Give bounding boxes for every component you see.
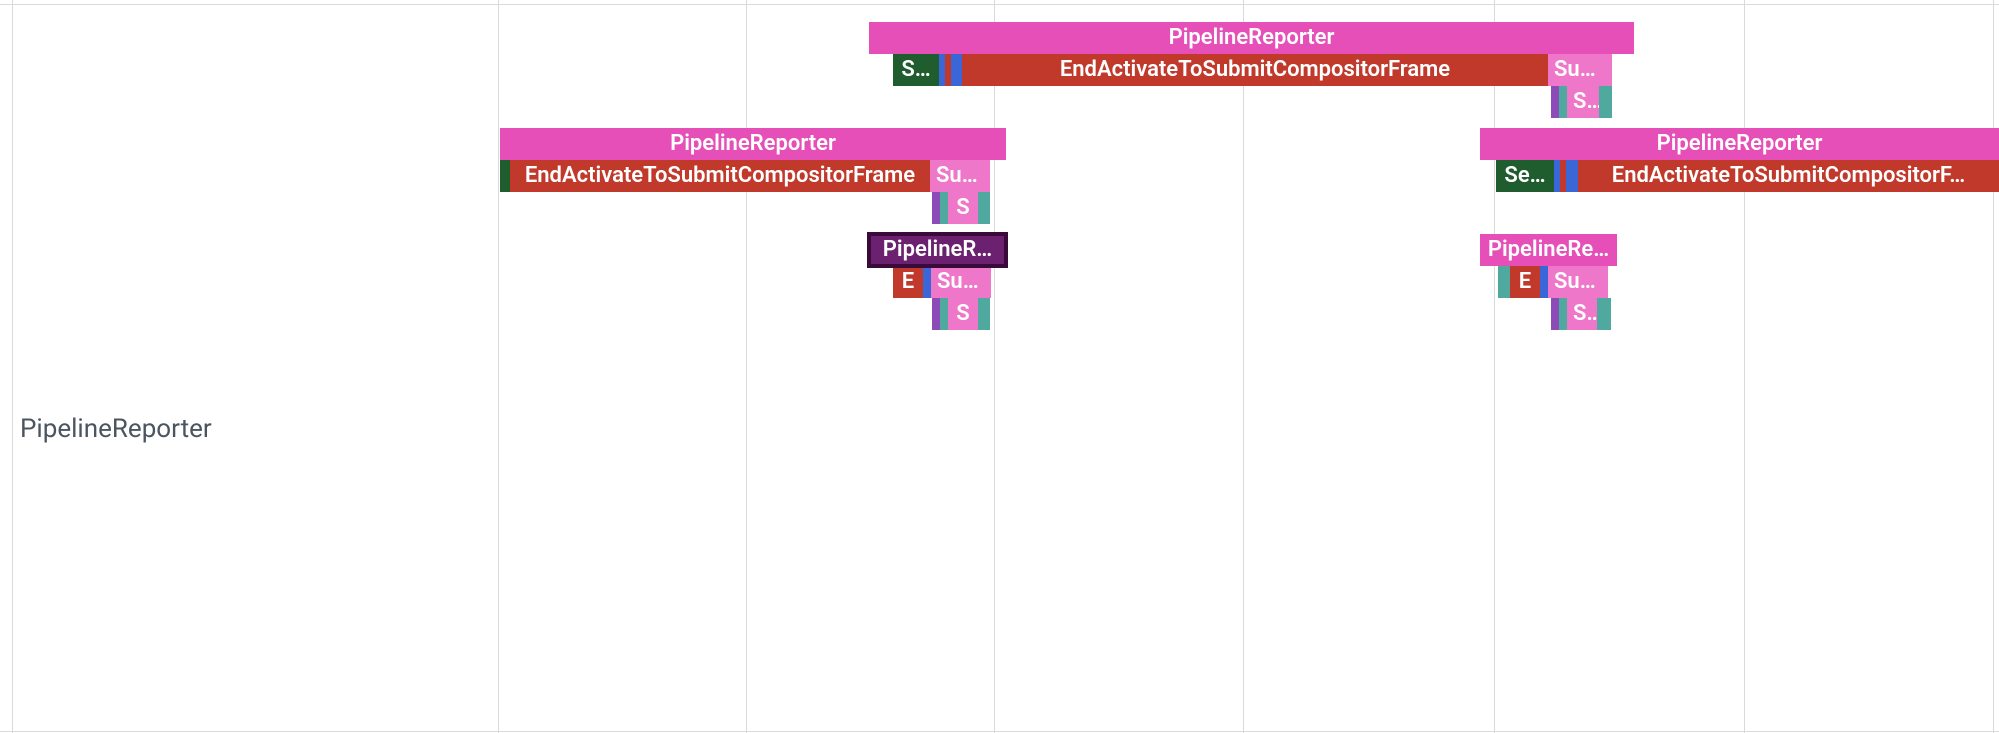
grid-vline (1494, 0, 1495, 733)
grid-hline (0, 731, 1999, 732)
trace-slice[interactable] (1566, 160, 1578, 192)
trace-viewport[interactable]: PipelineReporterS…EndActivateToSubmitCom… (0, 0, 1999, 733)
grid-vline (1243, 0, 1244, 733)
trace-slice[interactable]: EndActivateToSubmitCompositorFrame (510, 160, 930, 192)
trace-slice[interactable]: Sub… (1548, 54, 1612, 86)
trace-slice[interactable]: S… (1567, 298, 1597, 330)
grid-vline (498, 0, 499, 733)
trace-slice[interactable] (978, 298, 990, 330)
trace-slice[interactable]: PipelineReporter (1480, 128, 1999, 160)
trace-slice[interactable]: S… (1567, 86, 1599, 118)
trace-slice[interactable]: Sub… (931, 266, 991, 298)
trace-slice[interactable]: Sub… (1548, 266, 1608, 298)
trace-slice[interactable]: Se… (1496, 160, 1554, 192)
track-label: PipelineReporter (20, 414, 212, 444)
trace-slice[interactable]: Sub… (930, 160, 990, 192)
grid-vline (1744, 0, 1745, 733)
trace-slice[interactable]: PipelineReporter (500, 128, 1006, 160)
trace-slice[interactable]: EndActivateToSubmitCompositorF… (1578, 160, 1999, 192)
trace-slice[interactable]: S (948, 298, 978, 330)
trace-slice[interactable]: PipelineR… (869, 234, 1006, 266)
trace-slice[interactable] (1599, 86, 1612, 118)
trace-slice[interactable]: E (893, 266, 923, 298)
trace-slice[interactable] (1597, 298, 1611, 330)
trace-slice[interactable]: S (948, 192, 978, 224)
trace-slice[interactable]: EndActivateToSubmitCompositorFrame (962, 54, 1548, 86)
trace-slice[interactable]: E (1510, 266, 1540, 298)
trace-slice[interactable] (978, 192, 990, 224)
grid-vline (746, 0, 747, 733)
trace-slice[interactable]: PipelineRe… (1480, 234, 1617, 266)
grid-hline (0, 4, 1999, 5)
trace-slice[interactable]: PipelineReporter (869, 22, 1634, 54)
trace-slice[interactable] (1498, 266, 1510, 298)
grid-vline (994, 0, 995, 733)
grid-vline (12, 0, 13, 733)
grid-vline (1993, 0, 1994, 733)
trace-slice[interactable]: S… (893, 54, 939, 86)
